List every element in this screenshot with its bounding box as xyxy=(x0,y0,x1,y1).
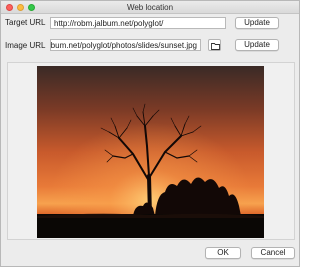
preview-image xyxy=(37,66,264,238)
target-url-input[interactable]: http://robm.jalbum.net/polyglot/ xyxy=(50,17,226,29)
folder-icon xyxy=(211,43,220,50)
title-bar[interactable]: Web location xyxy=(1,1,299,14)
cancel-button[interactable]: Cancel xyxy=(251,247,295,259)
image-url-value: http://robm.jalbum.net/polyglot/photos/s… xyxy=(50,41,197,50)
target-url-label: Target URL xyxy=(5,18,46,27)
image-url-label: Image URL xyxy=(5,41,46,50)
window-title: Web location xyxy=(126,3,174,12)
image-url-input[interactable]: http://robm.jalbum.net/polyglot/photos/s… xyxy=(50,39,201,51)
image-url-update-button[interactable]: Update xyxy=(235,39,279,51)
ok-button[interactable]: OK xyxy=(205,247,241,259)
browse-image-button[interactable] xyxy=(208,39,221,51)
sunset-tree-silhouette-image xyxy=(37,66,264,238)
web-location-dialog: Web location Target URL http://robm.jalb… xyxy=(0,0,300,267)
target-url-update-button[interactable]: Update xyxy=(235,17,279,29)
